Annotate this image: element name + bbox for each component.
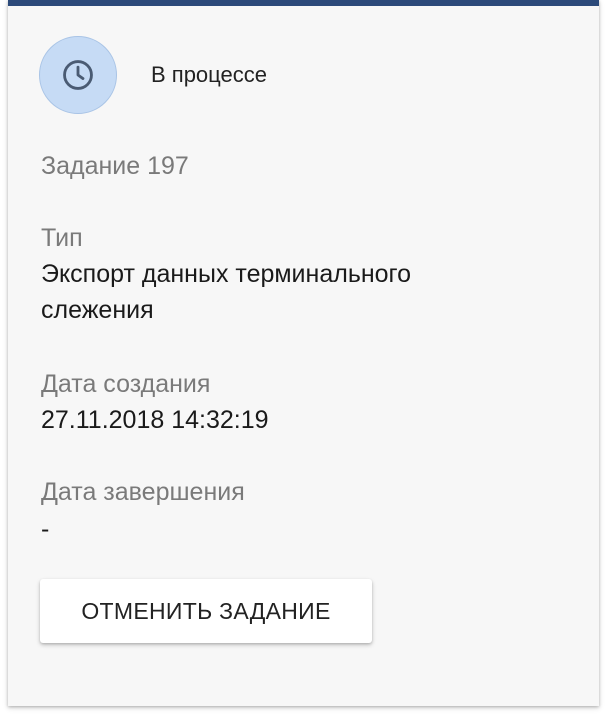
status-avatar — [39, 36, 117, 114]
cancel-task-button[interactable]: ОТМЕНИТЬ ЗАДАНИЕ — [40, 579, 372, 643]
finished-date-label: Дата завершения — [41, 478, 245, 506]
status-text: В процессе — [151, 62, 267, 87]
clock-icon — [63, 60, 93, 90]
task-card: В процессе Задание 197 Тип Экспорт данны… — [8, 0, 599, 706]
created-date-label: Дата создания — [41, 370, 211, 398]
finished-date-value: - — [41, 515, 50, 543]
task-title: Задание 197 — [41, 152, 189, 180]
created-date-value: 27.11.2018 14:32:19 — [41, 406, 269, 434]
type-label: Тип — [41, 224, 83, 252]
status-row: В процессе — [39, 36, 267, 114]
type-value: Экспорт данных терминального слежения — [41, 260, 412, 324]
